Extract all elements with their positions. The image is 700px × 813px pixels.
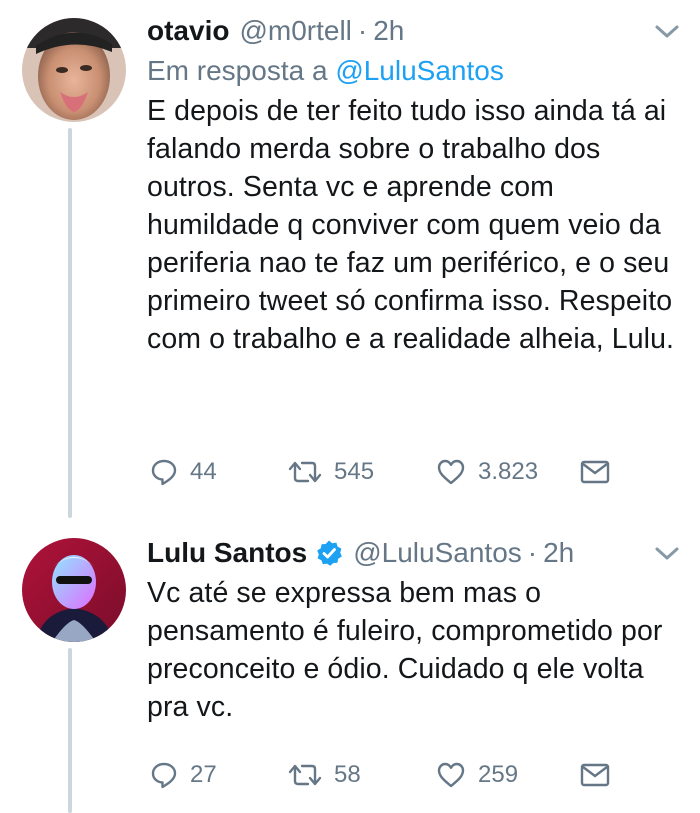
tweet[interactable]: Lulu Santos @LuluSantos · 2h Vc até se e… <box>0 520 700 813</box>
retweet-button[interactable]: 545 <box>288 458 374 486</box>
heart-icon <box>437 459 465 485</box>
direct-message-button[interactable] <box>580 460 610 484</box>
retweet-count: 58 <box>334 761 361 788</box>
display-name[interactable]: Lulu Santos <box>147 536 307 570</box>
avatar-photo <box>22 18 126 122</box>
user-handle[interactable]: @LuluSantos <box>353 536 522 570</box>
tweet-thread: otavio @m0rtell · 2h Em resposta a @Lulu… <box>0 0 700 813</box>
reply-count: 27 <box>190 761 217 788</box>
timestamp[interactable]: 2h <box>373 14 404 48</box>
reply-context: Em resposta a @LuluSantos <box>147 52 680 90</box>
retweet-icon <box>288 764 322 786</box>
tweet-text: E depois de ter feito tudo isso ainda tá… <box>147 95 675 355</box>
tweet-header: Lulu Santos @LuluSantos · 2h <box>147 536 680 570</box>
reply-count: 44 <box>190 458 217 485</box>
separator: · <box>527 537 538 568</box>
reply-button[interactable]: 27 <box>150 761 217 789</box>
avatar-photo <box>22 538 126 642</box>
like-count: 259 <box>478 761 519 788</box>
chevron-down-icon[interactable] <box>654 24 680 40</box>
timestamp[interactable]: 2h <box>543 536 574 570</box>
reply-mention-link[interactable]: @LuluSantos <box>335 55 504 86</box>
envelope-icon <box>580 460 610 484</box>
chevron-down-icon[interactable] <box>654 546 680 562</box>
tweet-header: otavio @m0rtell · 2h <box>147 14 680 48</box>
tweet-text: Vc até se expressa bem mas o pensamento … <box>147 577 663 723</box>
tweet[interactable]: otavio @m0rtell · 2h Em resposta a @Lulu… <box>0 0 700 520</box>
retweet-button[interactable]: 58 <box>288 761 361 789</box>
retweet-count: 545 <box>334 458 375 485</box>
like-button[interactable]: 259 <box>436 761 518 789</box>
retweet-icon <box>288 461 322 483</box>
reply-icon <box>151 762 177 789</box>
envelope-icon <box>580 763 610 787</box>
reply-prefix: Em resposta a <box>147 55 336 86</box>
user-handle[interactable]: @m0rtell <box>239 14 351 48</box>
separator: · <box>357 15 368 46</box>
like-button[interactable]: 3.823 <box>436 458 538 486</box>
heart-icon <box>437 762 465 788</box>
reply-icon <box>151 459 177 486</box>
avatar[interactable] <box>22 18 126 122</box>
avatar[interactable] <box>22 538 126 642</box>
display-name[interactable]: otavio <box>147 14 229 48</box>
verified-badge-icon <box>317 540 343 566</box>
direct-message-button[interactable] <box>580 763 610 787</box>
reply-button[interactable]: 44 <box>150 458 217 486</box>
like-count: 3.823 <box>478 458 539 485</box>
